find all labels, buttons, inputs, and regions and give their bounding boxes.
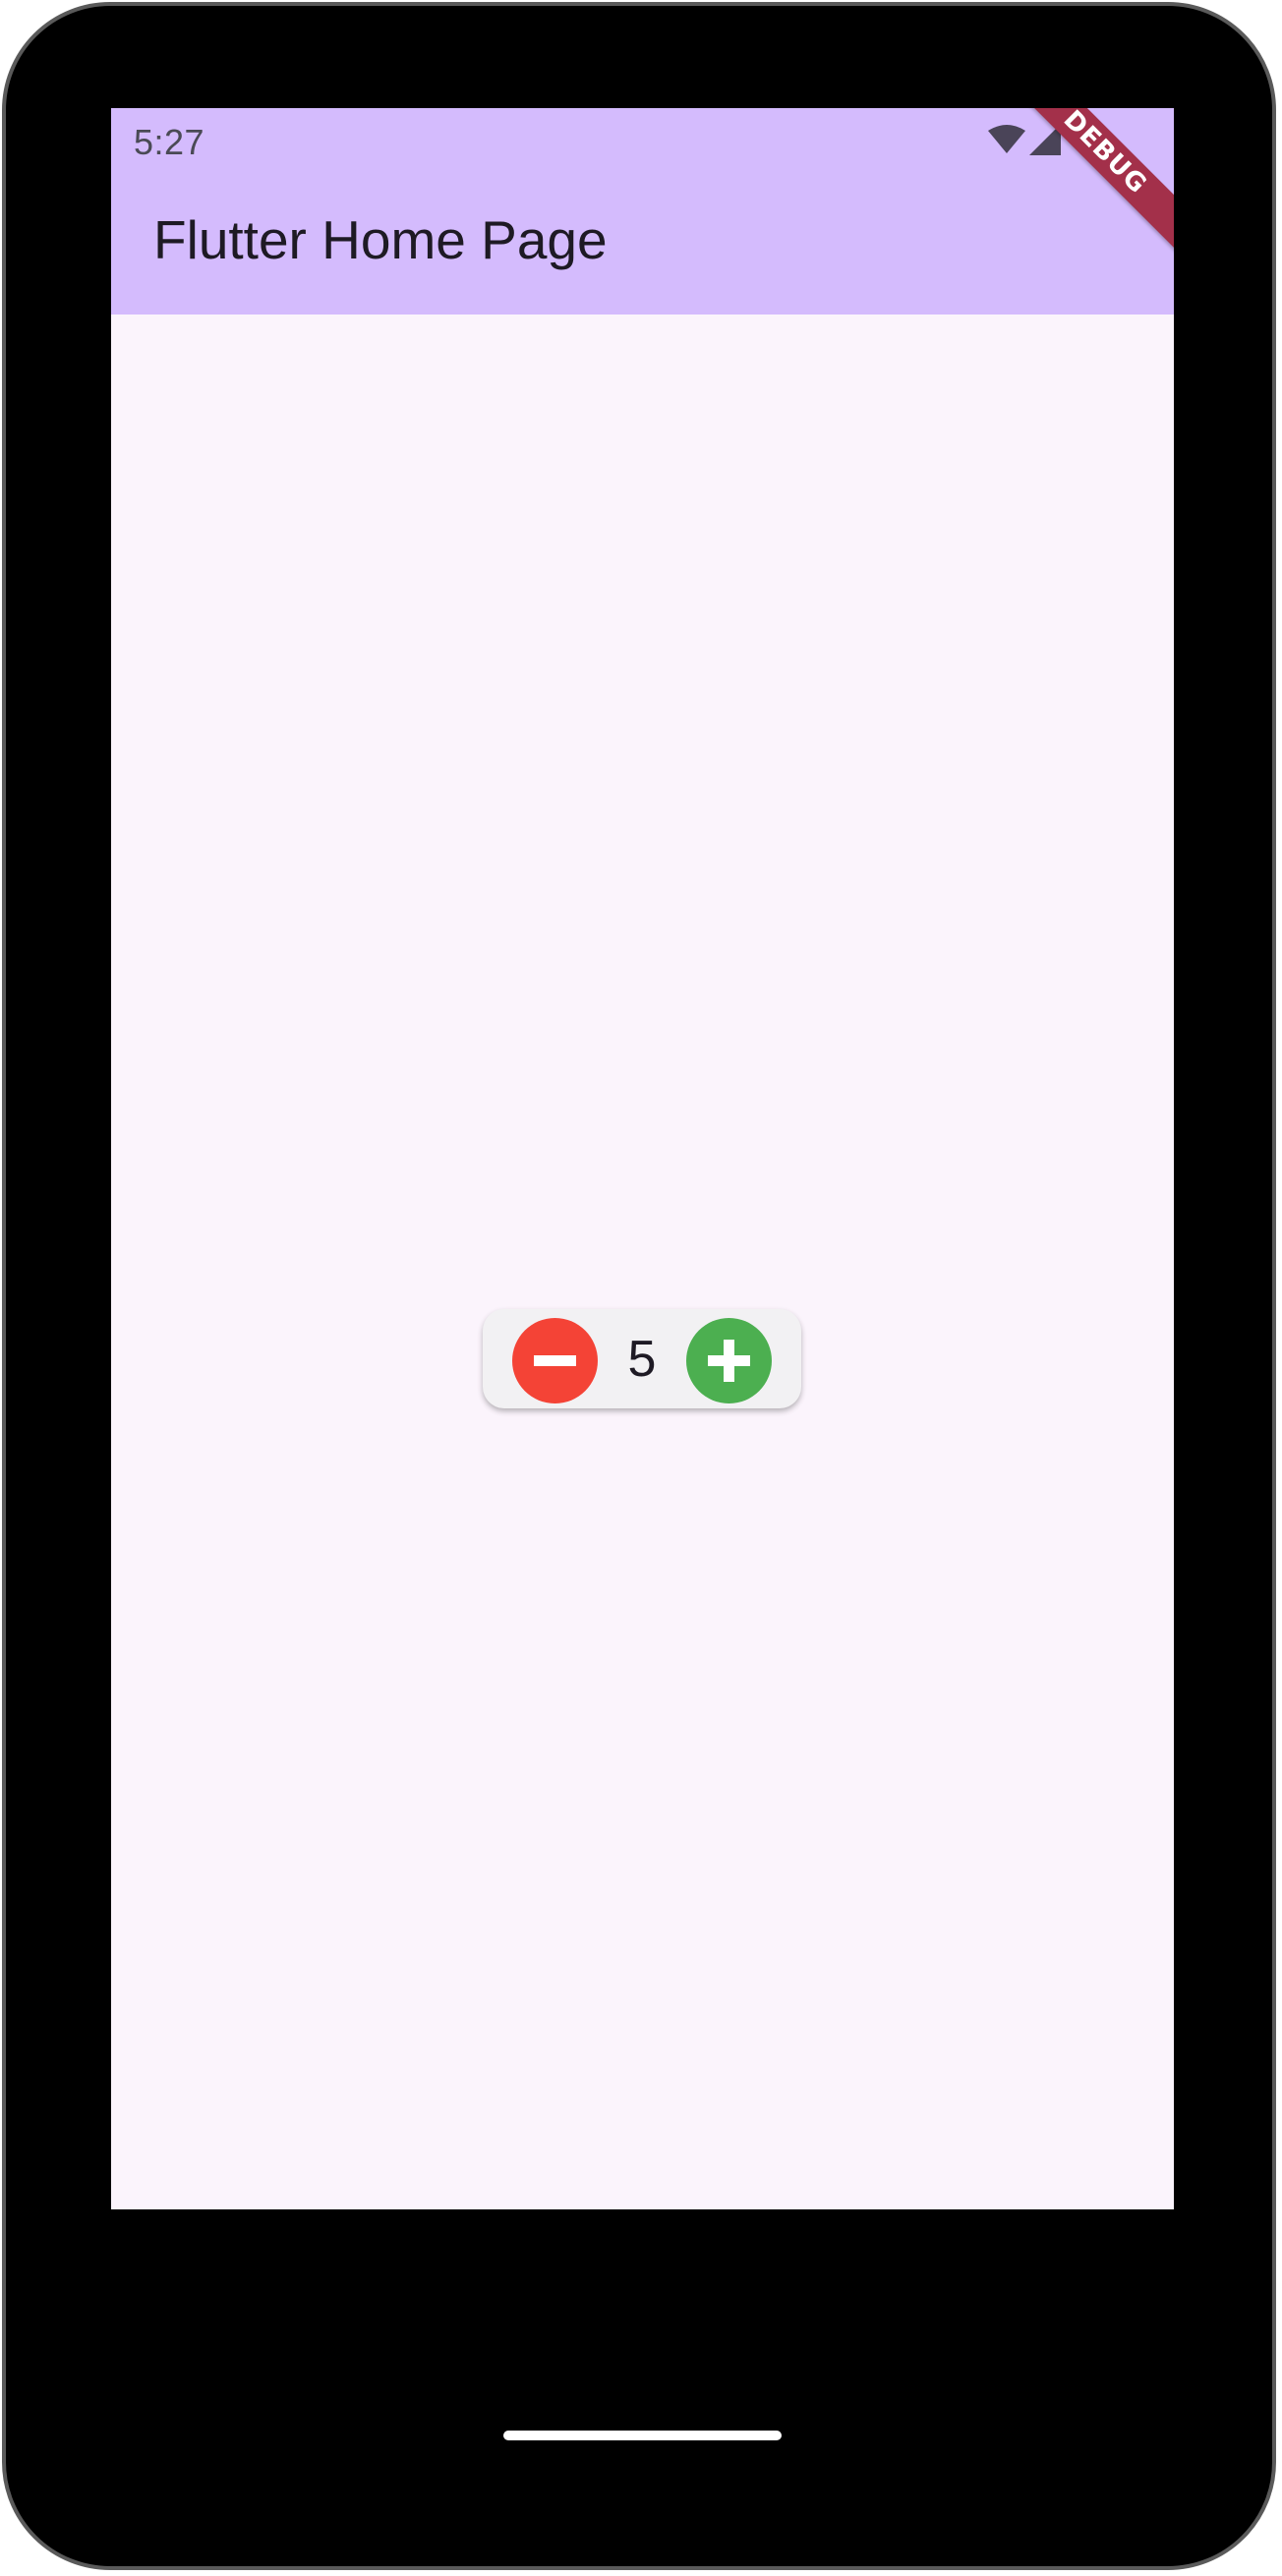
app-bar: 5:27 Flutter Home Page: [111, 108, 1174, 315]
app-screen: 5:27 Flutter Home Page DEBUG 5: [111, 108, 1174, 2209]
home-indicator[interactable]: [503, 2431, 782, 2440]
minus-icon: [534, 1355, 576, 1366]
decrement-button[interactable]: [512, 1318, 598, 1403]
plus-icon: [708, 1340, 750, 1382]
wifi-icon: [988, 125, 1025, 153]
counter-stepper: 5: [483, 1309, 801, 1408]
increment-button[interactable]: [686, 1318, 772, 1403]
page-title: Flutter Home Page: [153, 209, 608, 270]
status-time: 5:27: [134, 122, 205, 162]
counter-value: 5: [627, 1331, 657, 1388]
